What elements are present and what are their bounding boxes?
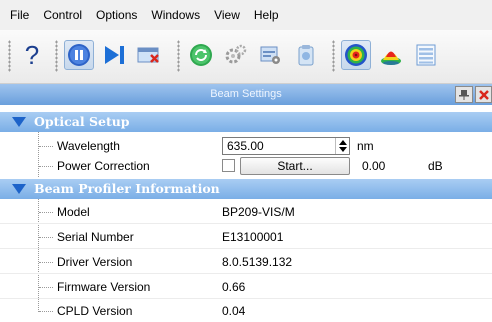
tree-connector	[39, 146, 53, 147]
start-button[interactable]: Start...	[240, 157, 350, 175]
power-correction-value: 0.00	[362, 159, 386, 173]
tree-connector	[39, 262, 53, 263]
tree-connector	[39, 311, 53, 312]
model-label: Model	[57, 205, 90, 219]
svg-text:?: ?	[25, 41, 39, 69]
clipboard-icon	[298, 45, 314, 66]
collapse-triangle-icon[interactable]	[12, 117, 26, 127]
toolbar: ?	[0, 30, 492, 84]
clipboard-button[interactable]	[291, 40, 321, 70]
menu-control[interactable]: Control	[36, 0, 89, 30]
wavelength-label: Wavelength	[57, 139, 120, 153]
image-settings-icon	[260, 46, 280, 64]
cpld-version-label: CPLD Version	[57, 304, 133, 318]
cpld-version-value: 0.04	[222, 304, 246, 318]
close-icon	[478, 89, 489, 100]
property-row-model: Model BP209-VIS/M	[0, 200, 492, 224]
menu-help[interactable]: Help	[247, 0, 286, 30]
menu-options[interactable]: Options	[89, 0, 144, 30]
target-view-button[interactable]	[341, 40, 371, 70]
section-optical-setup[interactable]: Optical Setup	[0, 112, 492, 132]
property-row-wavelength: Wavelength 635.00 nm	[0, 137, 492, 155]
menu-windows[interactable]: Windows	[144, 0, 207, 30]
window-close-icon	[137, 47, 159, 63]
tree-connector	[39, 212, 53, 213]
3d-view-button[interactable]	[376, 40, 406, 70]
firmware-version-value: 0.66	[222, 280, 246, 294]
close-window-button[interactable]	[134, 40, 164, 70]
tree-connector	[39, 166, 53, 167]
target-icon	[345, 44, 367, 66]
image-settings-button[interactable]	[256, 40, 286, 70]
help-icon: ?	[25, 41, 39, 69]
menu-view[interactable]: View	[207, 0, 247, 30]
menu-file[interactable]: File	[0, 0, 36, 30]
power-correction-unit: dB	[428, 159, 443, 173]
pin-icon	[459, 89, 469, 100]
settings-button[interactable]	[221, 40, 251, 70]
toolbar-grip[interactable]	[332, 40, 335, 72]
power-correction-label: Power Correction	[57, 159, 150, 173]
wavelength-input[interactable]: 635.00	[222, 137, 350, 155]
power-correction-checkbox[interactable]	[222, 159, 235, 172]
toolbar-grip[interactable]	[8, 40, 11, 72]
serial-number-label: Serial Number	[57, 230, 134, 244]
property-row-driver-version: Driver Version 8.0.5139.132	[0, 250, 492, 274]
wavelength-value: 635.00	[227, 139, 264, 153]
property-row-power-correction: Power Correction Start... 0.00 dB	[0, 157, 492, 175]
wavelength-spinner[interactable]	[335, 138, 349, 154]
toolbar-grip[interactable]	[177, 40, 180, 72]
serial-number-value: E13100001	[222, 230, 284, 244]
firmware-version-label: Firmware Version	[57, 280, 151, 294]
property-row-serial-number: Serial Number E13100001	[0, 225, 492, 249]
refresh-icon	[190, 44, 212, 66]
list-view-button[interactable]	[411, 40, 441, 70]
step-forward-icon	[105, 46, 124, 64]
refresh-button[interactable]	[186, 40, 216, 70]
step-forward-button[interactable]	[99, 40, 129, 70]
property-row-firmware-version: Firmware Version 0.66	[0, 275, 492, 299]
pin-button[interactable]	[455, 86, 473, 103]
menu-bar: File Control Options Windows View Help	[0, 0, 492, 30]
property-row-cpld-version: CPLD Version 0.04	[0, 299, 492, 322]
panel-title: Beam Settings	[210, 88, 282, 100]
spin-up-icon[interactable]	[339, 140, 347, 145]
panel-close-button[interactable]	[475, 86, 492, 103]
panel-header: Beam Settings	[0, 84, 492, 105]
tree-connector	[39, 287, 53, 288]
collapse-triangle-icon[interactable]	[12, 184, 26, 194]
tree-connector	[39, 237, 53, 238]
driver-version-label: Driver Version	[57, 255, 133, 269]
model-value: BP209-VIS/M	[222, 205, 295, 219]
help-button[interactable]: ?	[17, 40, 47, 70]
pause-button[interactable]	[64, 40, 94, 70]
section-title: Optical Setup	[34, 114, 130, 129]
list-icon	[416, 44, 436, 66]
wavelength-unit: nm	[357, 139, 374, 153]
section-beam-profiler-information[interactable]: Beam Profiler Information	[0, 179, 492, 199]
section-title: Beam Profiler Information	[34, 181, 220, 196]
pause-icon	[68, 44, 90, 66]
spin-down-icon[interactable]	[339, 147, 347, 152]
cone-icon	[381, 51, 401, 65]
settings-icon	[225, 44, 247, 64]
driver-version-value: 8.0.5139.132	[222, 255, 293, 269]
toolbar-grip[interactable]	[55, 40, 58, 72]
